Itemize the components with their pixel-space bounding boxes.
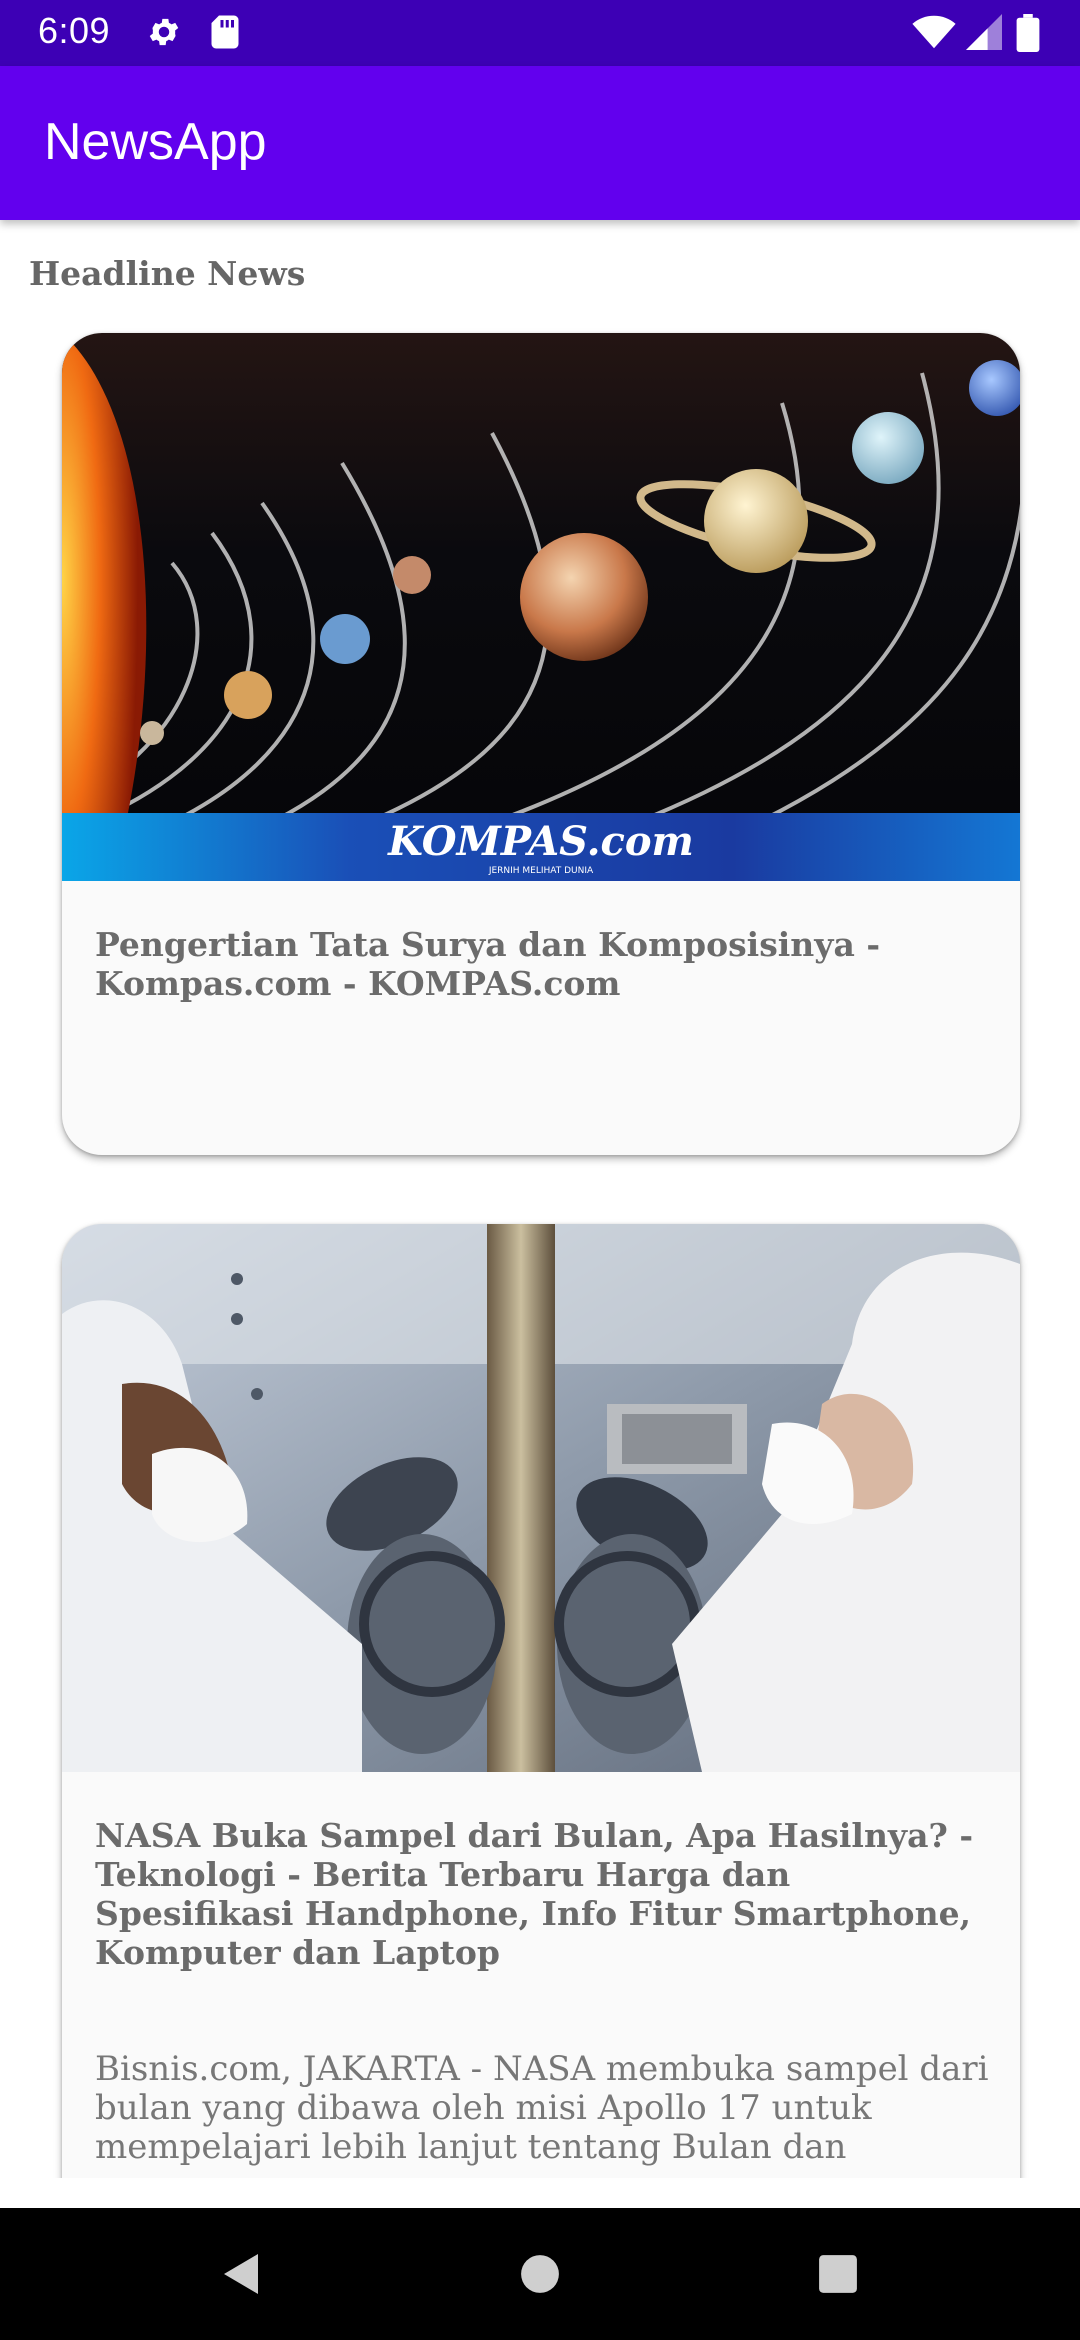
navigation-bar: [0, 2208, 1080, 2340]
news-card[interactable]: KOMPAS.com JERNIH MELIHAT DUNIA Pengerti…: [62, 333, 1020, 1155]
news-card[interactable]: NASA Buka Sampel dari Bulan, Apa Hasilny…: [62, 1224, 1020, 2178]
image-watermark: KOMPAS.com: [387, 818, 694, 865]
signal-icon: [966, 14, 1002, 55]
recents-button[interactable]: [772, 2208, 904, 2340]
app-bar: NewsApp: [0, 66, 1080, 220]
back-button[interactable]: [174, 2208, 306, 2340]
battery-icon: [1016, 14, 1040, 57]
recents-icon: [819, 2255, 857, 2293]
solar-system-image: KOMPAS.com JERNIH MELIHAT DUNIA: [62, 333, 1020, 881]
home-button[interactable]: [474, 2208, 606, 2340]
image-tagline: JERNIH MELIHAT DUNIA: [488, 866, 594, 876]
gear-icon: [146, 14, 182, 55]
news-list[interactable]: Headline News KOMPAS.com JERNIH MELIHAT …: [0, 220, 1080, 2178]
app-title: NewsApp: [44, 113, 267, 171]
status-time: 6:09: [38, 10, 111, 51]
lab-researchers-image: [62, 1224, 1020, 1772]
back-icon: [224, 2254, 258, 2294]
article-title: Pengertian Tata Surya dan Komposisinya -…: [95, 925, 881, 1003]
wifi-icon: [912, 14, 956, 55]
section-title: Headline News: [29, 254, 306, 293]
status-bar: 6:09: [0, 0, 1080, 66]
article-description: Bisnis.com, JAKARTA - NASA membuka sampe…: [95, 2049, 989, 2167]
home-icon: [521, 2255, 559, 2293]
sd-card-icon: [210, 14, 240, 55]
article-title: NASA Buka Sampel dari Bulan, Apa Hasilny…: [95, 1816, 974, 1972]
